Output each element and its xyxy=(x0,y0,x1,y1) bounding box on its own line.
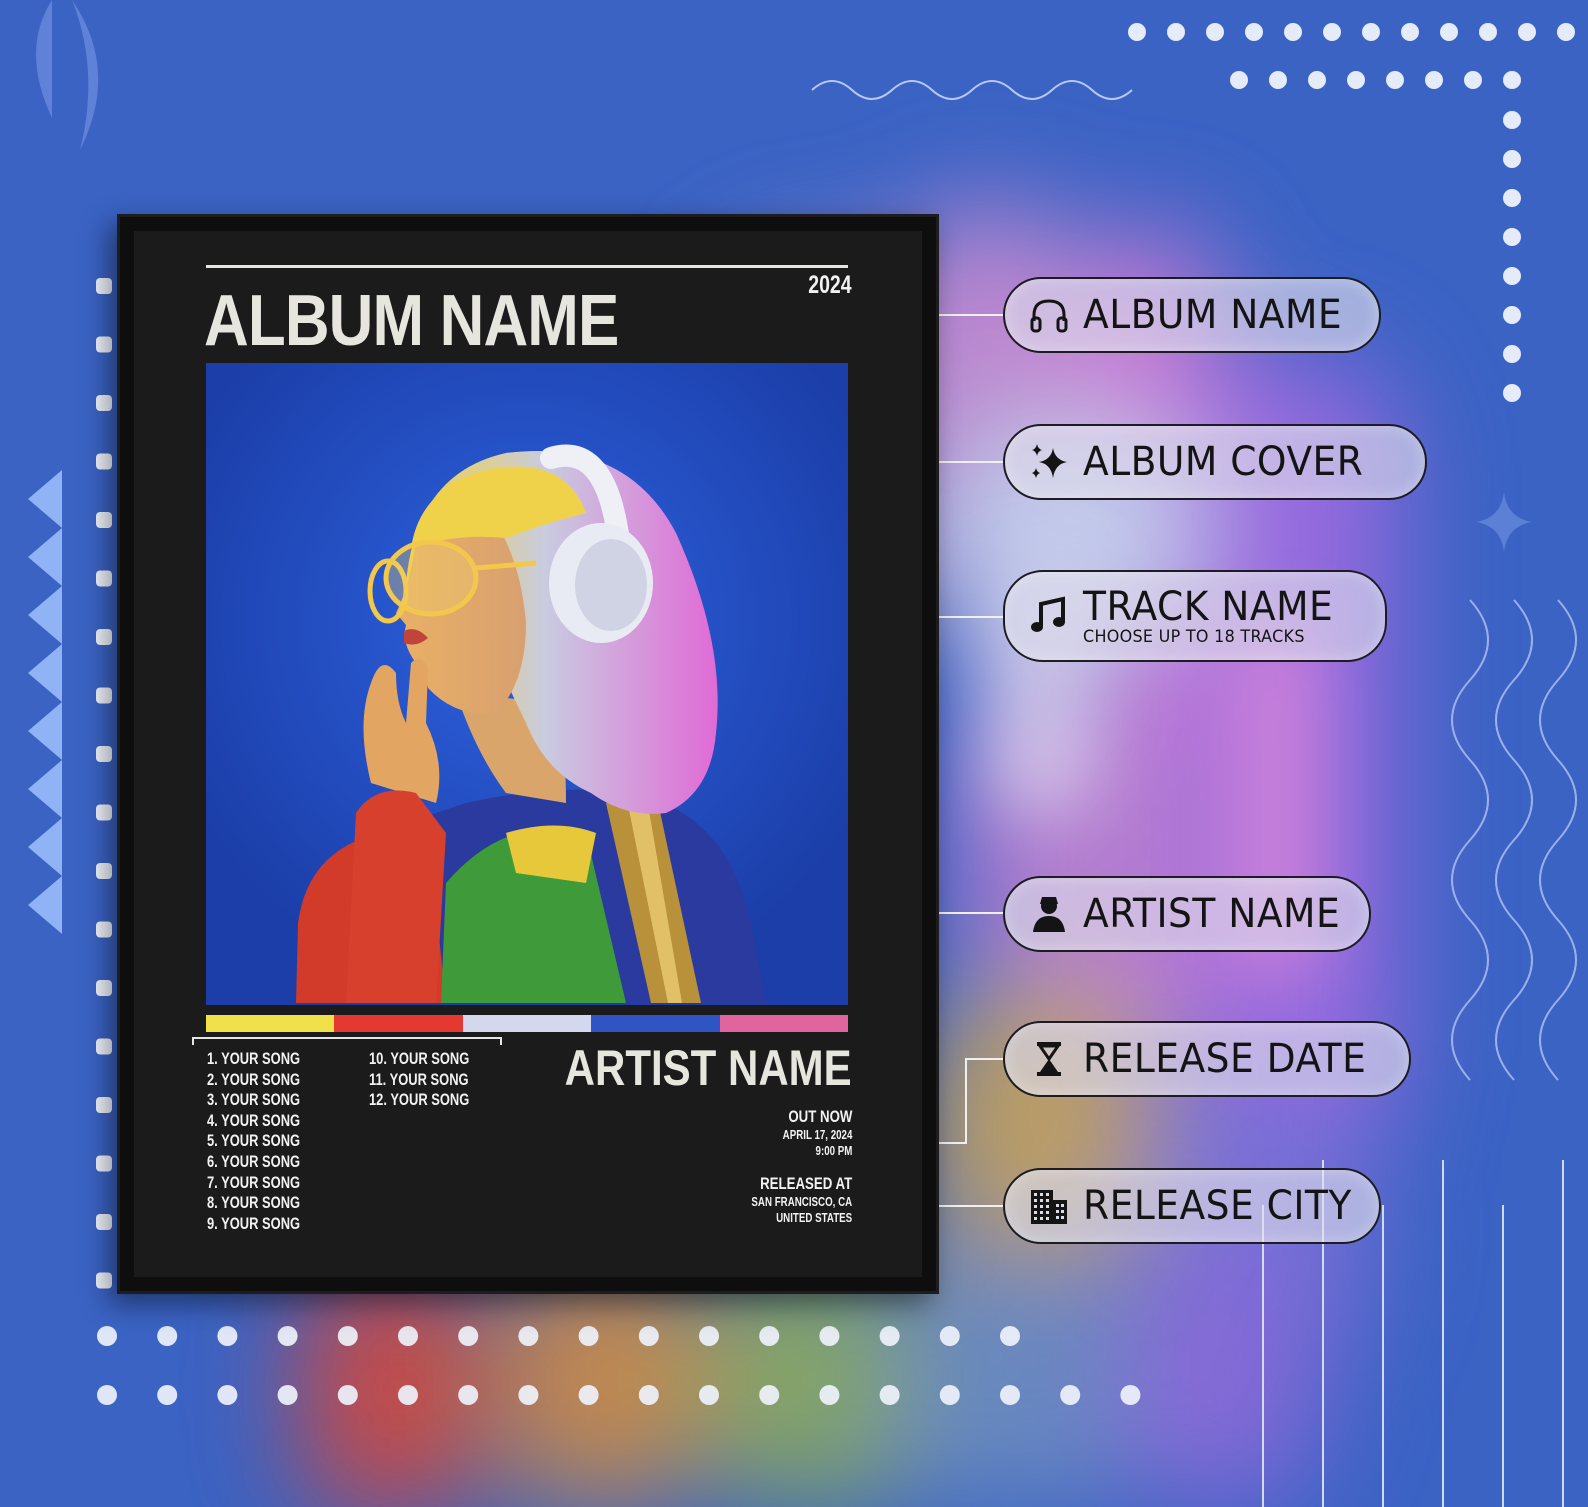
release-city-text: SAN FRANCISCO, CA xyxy=(751,1195,852,1209)
building-icon xyxy=(1027,1184,1071,1228)
headphones-icon xyxy=(1027,293,1071,337)
album-poster: 2024 ALBUM NAME 1. YOUR SONG 2. YOUR SON… xyxy=(134,231,922,1277)
label-track-name: TRACK NAME CHOOSE UP TO 18 TRACKS xyxy=(1003,570,1387,662)
track-item: 2. YOUR SONG xyxy=(207,1069,301,1089)
sparkles-icon xyxy=(1027,440,1071,484)
label-release-city-text: RELEASE CITY xyxy=(1083,1183,1352,1229)
label-release-city: RELEASE CITY xyxy=(1003,1168,1381,1244)
track-item: 4. YOUR SONG xyxy=(207,1110,301,1130)
track-item: 7. YOUR SONG xyxy=(207,1172,301,1192)
label-artist-name: ARTIST NAME xyxy=(1003,876,1371,952)
poster-frame: 2024 ALBUM NAME 1. YOUR SONG 2. YOUR SON… xyxy=(117,214,939,1294)
release-time-text: 9:00 PM xyxy=(815,1144,852,1158)
track-item: 6. YOUR SONG xyxy=(207,1151,301,1171)
palette-swatch-2 xyxy=(334,1015,463,1032)
palette-swatch-4 xyxy=(591,1015,720,1032)
label-album-cover: ALBUM COVER xyxy=(1003,424,1427,500)
tracklist-bracket xyxy=(192,1037,502,1045)
track-item: 10. YOUR SONG xyxy=(369,1049,470,1068)
poster-year: 2024 xyxy=(808,271,852,299)
label-artist-name-text: ARTIST NAME xyxy=(1083,891,1341,937)
track-item: 12. YOUR SONG xyxy=(369,1090,470,1110)
track-item: 9. YOUR SONG xyxy=(207,1213,301,1233)
palette-swatch-3 xyxy=(462,1015,592,1032)
label-release-date: RELEASE DATE xyxy=(1003,1021,1411,1097)
track-item: 1. YOUR SONG xyxy=(207,1049,301,1068)
track-item: 5. YOUR SONG xyxy=(207,1131,301,1151)
poster-album-name: ALBUM NAME xyxy=(204,281,619,361)
track-item: 8. YOUR SONG xyxy=(207,1193,301,1213)
track-list: 1. YOUR SONG 2. YOUR SONG 3. YOUR SONG 4… xyxy=(207,1049,547,1233)
label-album-name: ALBUM NAME xyxy=(1003,277,1381,353)
palette-swatch-1 xyxy=(206,1015,335,1032)
release-date-block: OUT NOW APRIL 17, 2024 9:00 PM xyxy=(763,1107,852,1159)
label-album-cover-text: ALBUM COVER xyxy=(1083,439,1364,485)
poster-artist-name: ARTIST NAME xyxy=(565,1040,852,1096)
label-album-name-text: ALBUM NAME xyxy=(1083,292,1343,338)
album-cover xyxy=(206,363,848,1005)
track-item: 3. YOUR SONG xyxy=(207,1090,301,1110)
released-at-heading: RELEASED AT xyxy=(759,1174,852,1193)
label-release-date-text: RELEASE DATE xyxy=(1083,1036,1367,1082)
palette-swatch-5 xyxy=(719,1015,849,1032)
release-date-text: APRIL 17, 2024 xyxy=(782,1128,852,1142)
label-track-name-text: TRACK NAME xyxy=(1083,583,1334,630)
top-rule xyxy=(206,265,848,268)
color-palette xyxy=(206,1015,849,1032)
hourglass-icon xyxy=(1027,1037,1071,1081)
label-track-name-subtext: CHOOSE UP TO 18 TRACKS xyxy=(1083,626,1305,647)
track-item: 11. YOUR SONG xyxy=(369,1069,469,1089)
album-cover-illustration xyxy=(206,363,848,1005)
release-city-block: RELEASED AT SAN FRANCISCO, CA UNITED STA… xyxy=(723,1174,852,1226)
person-icon xyxy=(1027,892,1071,936)
out-now-heading: OUT NOW xyxy=(787,1107,852,1126)
music-note-icon xyxy=(1027,594,1071,638)
release-country-text: UNITED STATES xyxy=(775,1211,852,1225)
